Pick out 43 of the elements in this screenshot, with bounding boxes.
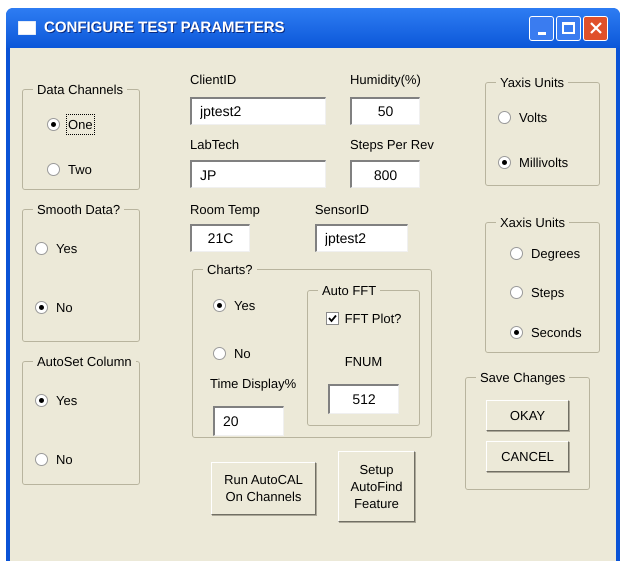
field-label: LabTech [190,136,240,154]
option-label[interactable]: Millivolts [517,152,570,174]
field-label: SensorID [314,201,370,219]
group-title: Charts? [206,260,254,278]
text-field[interactable]: 20 [213,406,284,436]
push-button[interactable]: Run AutoCAL On Channels [211,462,316,514]
field-label: Humidity(%) [350,71,421,89]
text-field[interactable]: JP [190,160,326,188]
push-button[interactable]: CANCEL [486,440,569,472]
group-title: AutoSet Column [36,353,133,371]
field-label: Steps Per Rev [350,136,434,154]
option-label[interactable]: Yes [54,238,80,259]
option-label[interactable]: Degrees [529,242,582,264]
option-label[interactable]: Two [66,159,94,180]
text-field[interactable]: 800 [350,160,420,188]
group-title: Xaxis Units [499,214,566,232]
option-label[interactable]: Yes [54,390,80,411]
option-label[interactable]: Steps [529,282,566,304]
group-title: Yaxis Units [499,74,566,92]
text-field[interactable]: 512 [328,384,399,414]
field-label: FNUM [344,353,382,371]
option-label[interactable]: Yes [232,295,258,316]
option-label[interactable]: No [54,297,75,318]
field-label: Room Temp [190,201,260,219]
group-title: Smooth Data? [36,201,122,219]
group-title: Save Changes [479,369,566,387]
text-field[interactable]: jptest2 [314,224,408,252]
option-label[interactable]: One [66,114,95,135]
option-label[interactable]: Seconds [529,322,584,343]
checkbox-label[interactable]: FFT Plot? [344,308,402,328]
text-field[interactable]: 21C [190,224,250,252]
push-button[interactable]: OKAY [486,400,569,430]
text-field[interactable]: 50 [350,96,420,124]
field-label: Time Display% [210,375,298,393]
option-label[interactable]: No [54,449,75,470]
group-title: Auto FFT [321,282,378,300]
option-label[interactable]: No [232,342,253,364]
group-title: Data Channels [36,81,124,99]
push-button[interactable]: Setup AutoFind Feature [338,450,415,522]
window-title: CONFIGURE TEST PARAMETERS [44,18,285,38]
option-label[interactable]: Volts [517,106,550,128]
field-label: ClientID [190,71,238,89]
text-field[interactable]: jptest2 [190,96,326,124]
